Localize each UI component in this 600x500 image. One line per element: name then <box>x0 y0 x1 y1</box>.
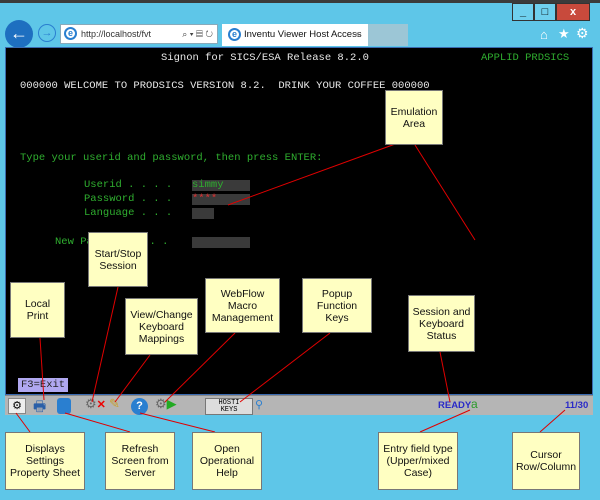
instruction-line: Type your userid and password, then pres… <box>20 152 323 164</box>
title-bar <box>0 0 600 3</box>
callout-help: Open Operational Help <box>192 432 262 490</box>
cursor-position: 11/30 <box>565 400 589 411</box>
keyboard-mapping-icon[interactable]: ✎ <box>109 396 120 412</box>
tab-inventu-viewer[interactable]: Inventu Viewer Host Access × <box>222 24 368 46</box>
search-refresh-icons[interactable]: ⌕ ▾ ▤ ↻ <box>182 25 213 43</box>
password-value: **** <box>192 193 218 205</box>
callout-emulation-area: Emulation Area <box>385 90 443 145</box>
callout-cursor: Cursor Row/Column <box>512 432 580 490</box>
close-button[interactable]: x <box>556 3 590 21</box>
status-bar: ⚙ 🖶 ⚙✕ ✎ ? ⚙▶ HOSTI KEYS ⚲ READY a 11/30 <box>5 395 593 415</box>
local-print-icon[interactable]: 🖶 <box>33 396 46 414</box>
home-icon[interactable]: ⌂ <box>540 27 548 42</box>
webflow-macro-icon[interactable]: ⚙▶ <box>155 396 177 412</box>
help-icon[interactable]: ? <box>131 398 148 415</box>
popup-keys-icon[interactable]: ⚲ <box>255 398 263 414</box>
host-keys-bottom: KEYS <box>220 406 238 414</box>
host-keys-button[interactable]: HOSTI KEYS <box>205 398 253 415</box>
maximize-button[interactable]: □ <box>534 3 556 21</box>
welcome-line: 000000 WELCOME TO PRODSICS VERSION 8.2. … <box>20 80 430 92</box>
language-label: Language . . . <box>84 207 173 219</box>
callout-entry-type: Entry field type (Upper/mixed Case) <box>378 432 458 490</box>
password-label: Password . . . <box>84 193 173 205</box>
callout-popup-keys: Popup Function Keys <box>302 278 372 333</box>
tab-ie-icon: e <box>228 28 241 41</box>
signon-header: Signon for SICS/ESA Release 8.2.0 <box>161 52 369 64</box>
password-field[interactable]: **** <box>192 193 250 205</box>
minimize-button[interactable]: _ <box>512 3 534 21</box>
ie-icon: e <box>64 27 77 40</box>
callout-settings: Displays Settings Property Sheet <box>5 432 85 490</box>
session-status: READY <box>438 400 472 411</box>
callout-webflow-macro: WebFlow Macro Management <box>205 278 280 333</box>
userid-value: simmy <box>192 179 224 191</box>
forward-button[interactable]: → <box>38 24 56 42</box>
tab-close-icon[interactable]: × <box>354 24 360 46</box>
back-button[interactable]: ← <box>5 20 33 48</box>
settings-gear-icon[interactable]: ⚙ <box>576 25 589 42</box>
new-password-field[interactable] <box>192 237 250 248</box>
address-text: http://localhost/fvt <box>81 29 152 39</box>
callout-refresh: Refresh Screen from Server <box>105 432 175 490</box>
callout-session-status: Session and Keyboard Status <box>408 295 475 352</box>
emulation-area[interactable]: Signon for SICS/ESA Release 8.2.0 APPLID… <box>5 47 593 395</box>
language-field[interactable] <box>192 208 214 219</box>
refresh-screen-icon[interactable] <box>57 398 71 414</box>
callout-local-print: Local Print <box>10 282 65 338</box>
tab-title: Inventu Viewer Host Access <box>244 29 362 40</box>
f3-exit-key[interactable]: F3=Exit <box>18 378 69 392</box>
address-bar[interactable]: http://localhost/fvt ⌕ ▾ ▤ ↻ <box>60 24 218 44</box>
userid-label: Userid . . . . <box>84 179 173 191</box>
favorites-star-icon[interactable]: ★ <box>558 26 570 42</box>
applid: APPLID PRDSICS <box>481 52 570 64</box>
settings-icon[interactable]: ⚙ <box>8 398 26 414</box>
callout-keyboard-mappings: View/Change Keyboard Mappings <box>125 298 198 355</box>
entry-field-type: a <box>471 397 478 411</box>
callout-start-stop-session: Start/Stop Session <box>88 232 148 287</box>
start-stop-session-icon[interactable]: ⚙✕ <box>85 396 106 412</box>
userid-field[interactable]: simmy <box>192 179 250 191</box>
new-tab-button[interactable] <box>368 24 408 46</box>
